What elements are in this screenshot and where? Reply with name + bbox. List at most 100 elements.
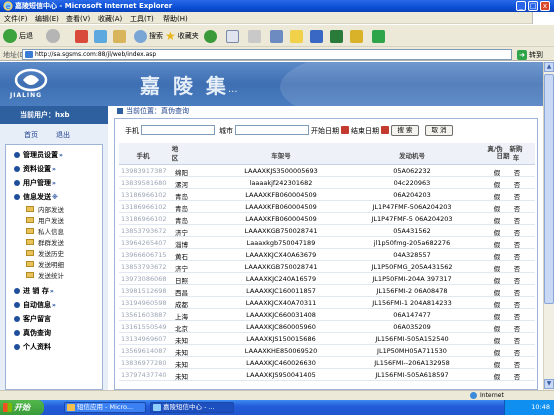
tool-button-3[interactable] — [372, 28, 385, 44]
nav-user-management[interactable]: 用户管理 » — [14, 177, 56, 189]
search-form: 手机 城市 开始日期 结束日期 搜 索 取 消 — [115, 125, 537, 137]
windows-flag-icon — [532, 12, 554, 24]
cell-phone: 13964265407 — [121, 239, 167, 247]
cell-region: 淄博 — [175, 241, 188, 249]
nav-data-settings[interactable]: 资料设置 » — [14, 163, 56, 175]
sub-send-detail[interactable]: 发送明细 — [26, 258, 64, 269]
nav-admin-settings[interactable]: 管理员设置 » — [14, 149, 63, 161]
logout-link[interactable]: 退出 — [56, 130, 70, 140]
sub-label: 群群发送 — [38, 238, 64, 247]
discuss-button[interactable] — [290, 28, 303, 44]
nav-authenticity-query[interactable]: 真伪查询 — [14, 327, 51, 339]
print-button[interactable] — [248, 28, 261, 44]
phone-label: 手机 — [125, 127, 139, 135]
phone-input[interactable] — [141, 125, 215, 135]
cell-region: 济宁 — [175, 229, 188, 237]
expand-icon: » — [52, 165, 56, 173]
maximize-button[interactable]: □ — [528, 1, 538, 11]
city-input[interactable] — [235, 125, 309, 135]
stop-button[interactable] — [75, 28, 88, 44]
home-button[interactable] — [113, 28, 126, 44]
cell-truth: 假 — [493, 373, 501, 381]
tool-button-2[interactable] — [350, 28, 363, 44]
favorites-button[interactable]: ★ 收藏夹 — [165, 28, 199, 44]
sub-label: 用户发送 — [38, 216, 64, 225]
cell-phone: 13839581680 — [121, 179, 167, 187]
cell-phone: 13134969607 — [121, 335, 167, 343]
cancel-button[interactable]: 取 消 — [425, 125, 453, 136]
calendar-icon[interactable] — [381, 126, 389, 134]
bullet-icon — [14, 180, 20, 186]
cell-vin: LAAAXKJC240A16579 — [245, 275, 317, 283]
refresh-button[interactable] — [94, 28, 107, 44]
sub-user-send[interactable]: 用户发送 — [26, 214, 64, 225]
back-button[interactable]: 后退 — [3, 28, 33, 44]
breadcrumb: 当前位置：真伪查询 — [114, 106, 543, 116]
cell-phone: 13194960598 — [121, 299, 167, 307]
address-input[interactable]: http://sa.sgsms.com:88/jl/web/index.asp — [22, 49, 512, 60]
title-bar: e 嘉陵短信中心 - Microsoft Internet Explorer _… — [0, 0, 554, 12]
tool-button-1[interactable] — [330, 28, 343, 44]
cell-new-car: 否 — [513, 301, 521, 309]
table-header: 手机 地区 车架号 发动机号 真/伪 新购车 日期 — [119, 143, 535, 165]
search-submit-button[interactable]: 搜 索 — [391, 125, 419, 136]
menu-view[interactable]: 查看(V) — [66, 14, 90, 24]
nav-label: 进 销 存 — [23, 287, 49, 295]
cell-phone: 13836977280 — [121, 359, 167, 367]
nav-customer-message[interactable]: 客户留言 — [14, 313, 51, 325]
sub-internal-send[interactable]: 内部发送 — [26, 203, 64, 214]
menu-tools[interactable]: 工具(T) — [130, 14, 154, 24]
scroll-down-icon[interactable]: ▼ — [544, 379, 554, 389]
sub-send-history[interactable]: 发送历史 — [26, 247, 64, 258]
history-button[interactable] — [204, 28, 217, 44]
sub-send-stats[interactable]: 发送统计 — [26, 269, 64, 280]
start-button[interactable]: 开始 — [0, 400, 44, 415]
folder-icon — [26, 238, 34, 245]
home-icon — [113, 29, 126, 43]
sub-private-message[interactable]: 私人信息 — [26, 225, 64, 236]
folder-icon — [26, 216, 34, 223]
home-link[interactable]: 首页 — [24, 130, 38, 140]
table-row: 13853793672 济宁 LAAAXKGB750028741 05A431562 假… — [119, 226, 535, 237]
taskbar-item[interactable]: 短信应用 - Micro... — [64, 402, 146, 413]
taskbar-item-active[interactable]: 嘉陵短信中心 - ... — [150, 402, 234, 413]
nav-inventory[interactable]: 进 销 存 » — [14, 285, 54, 297]
forward-arrow-icon — [46, 29, 60, 43]
cell-phone: 13186966102 — [121, 191, 167, 199]
nav-profile[interactable]: 个人资料 — [14, 341, 51, 353]
cell-region: 未知 — [175, 349, 188, 357]
cell-new-car: 否 — [513, 253, 521, 261]
menu-file[interactable]: 文件(F) — [4, 14, 28, 24]
logo-text: JIALING — [10, 92, 43, 99]
go-label: 转到 — [529, 50, 543, 59]
svg-text:e: e — [6, 3, 10, 11]
bullet-icon — [14, 194, 20, 200]
table-row: 13981512698 西昌 LAAAXKJC160011857 JL156FMI-2… — [119, 286, 535, 297]
sub-group-send[interactable]: 群群发送 — [26, 236, 64, 247]
vertical-scrollbar[interactable]: ▲ ▼ — [543, 62, 554, 390]
messenger-button[interactable] — [310, 28, 323, 44]
forward-button[interactable] — [46, 28, 62, 44]
nav-auto-message[interactable]: 自动信息 » — [14, 299, 56, 311]
mail-button[interactable] — [226, 28, 239, 44]
nav-message-send[interactable]: 信息发送 ※ — [14, 191, 58, 203]
col-vin: 车架号 — [271, 152, 291, 160]
edit-button[interactable] — [270, 28, 283, 44]
bullet-icon — [14, 302, 20, 308]
search-label: 搜索 — [149, 32, 163, 40]
windows-logo-icon — [3, 403, 12, 412]
scroll-up-icon[interactable]: ▲ — [544, 62, 554, 72]
go-button[interactable]: ➜ 转到 — [517, 49, 543, 60]
cell-region: 成都 — [175, 301, 188, 309]
search-button[interactable]: 搜索 — [134, 28, 163, 44]
expand-icon: » — [52, 301, 56, 309]
scroll-thumb[interactable] — [544, 74, 554, 304]
calendar-icon[interactable] — [341, 126, 349, 134]
menu-help[interactable]: 帮助(H) — [163, 14, 188, 24]
cell-region: 青岛 — [175, 193, 188, 201]
minimize-button[interactable]: _ — [516, 1, 526, 11]
go-arrow-icon: ➜ — [517, 49, 527, 60]
menu-edit[interactable]: 编辑(E) — [35, 14, 59, 24]
close-button[interactable]: x — [540, 1, 550, 11]
menu-favorites[interactable]: 收藏(A) — [98, 14, 122, 24]
